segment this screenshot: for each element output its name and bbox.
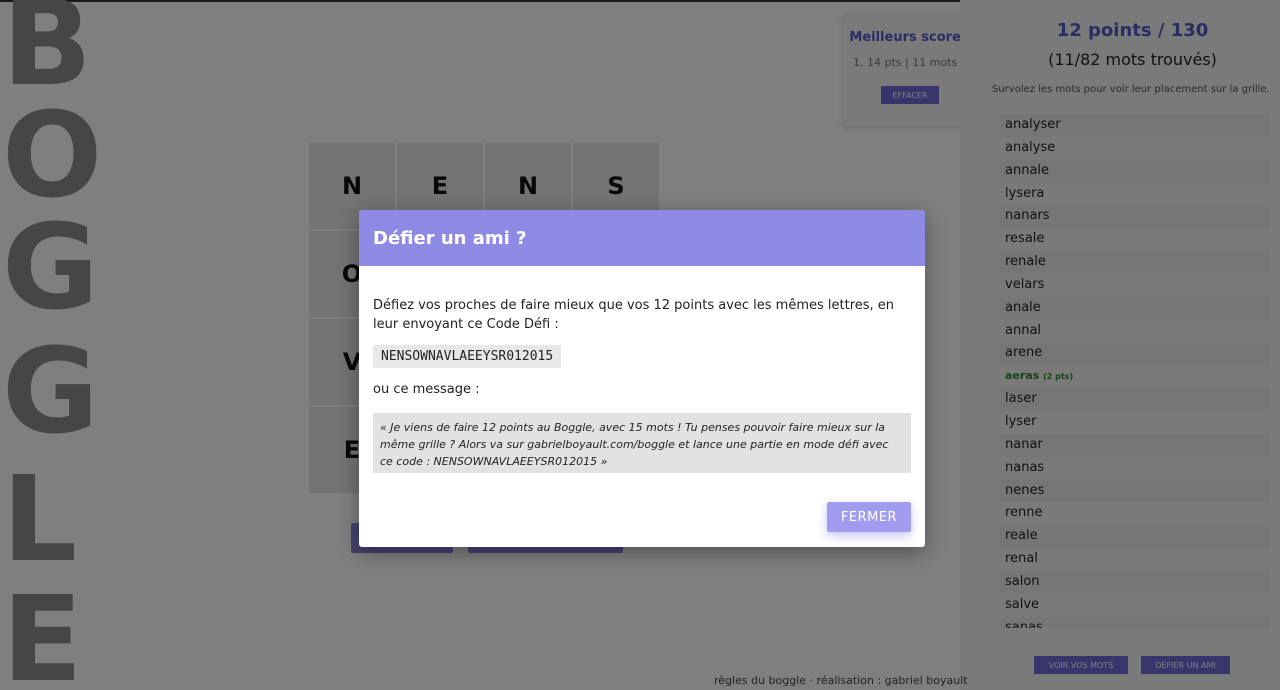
modal-intro-text: Défiez vos proches de faire mieux que vo… bbox=[373, 298, 895, 332]
share-message[interactable]: « Je viens de faire 12 points au Boggle,… bbox=[373, 413, 911, 473]
challenge-code[interactable]: NENSOWNAVLAEEYSR012015 bbox=[373, 345, 562, 368]
modal-header: Défier un ami ? bbox=[359, 210, 925, 266]
challenge-modal: Défier un ami ? Défiez vos proches de fa… bbox=[359, 210, 925, 547]
or-message-label: ou ce message : bbox=[373, 382, 480, 397]
close-button[interactable]: FERMER bbox=[827, 502, 911, 532]
modal-title: Défier un ami ? bbox=[373, 228, 527, 249]
